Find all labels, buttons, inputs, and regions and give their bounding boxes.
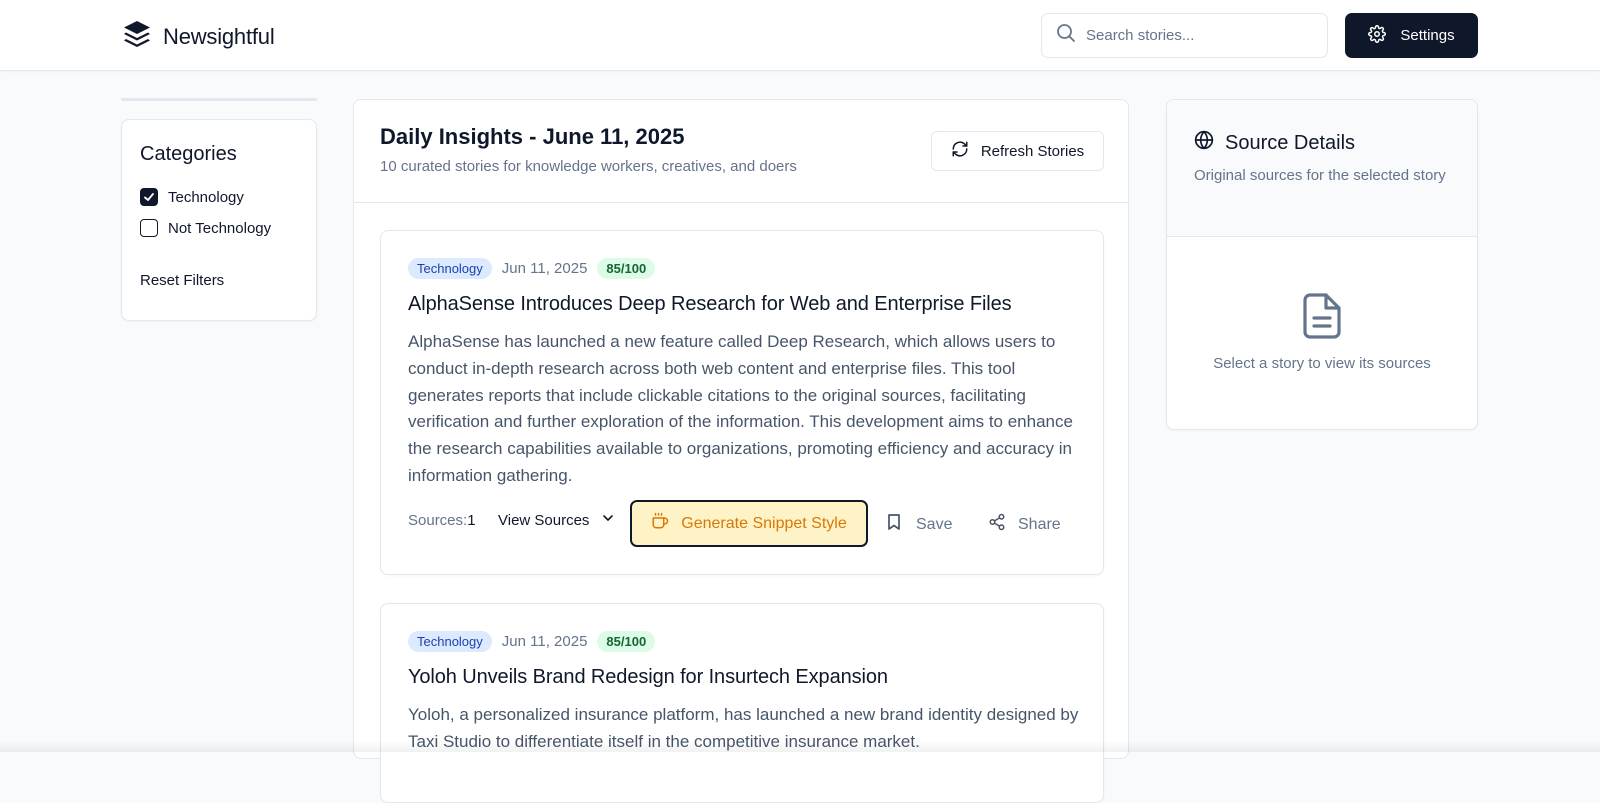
reset-filters-button[interactable]: Reset Filters — [140, 272, 224, 289]
chevron-down-icon — [601, 511, 615, 529]
category-badge: Technology — [408, 258, 492, 279]
story-meta: Technology Jun 11, 2025 85/100 — [408, 258, 656, 279]
refresh-label: Refresh Stories — [980, 142, 1085, 160]
story-actions: Sources:1 View Sources Generate Snippet … — [408, 500, 1088, 548]
settings-label: Settings — [1400, 27, 1455, 44]
source-details-heading: Source Details — [1225, 131, 1356, 154]
gear-icon — [1368, 24, 1387, 47]
sources-count: Sources:1 — [408, 512, 476, 529]
category-label: Not Technology — [168, 219, 272, 237]
brand[interactable]: Newsightful — [122, 19, 275, 54]
layers-logo-icon — [122, 19, 152, 54]
source-details-subtitle: Original sources for the selected story — [1194, 167, 1446, 184]
save-label: Save — [916, 515, 953, 533]
top-header: Newsightful Settings — [0, 0, 1600, 71]
page-title: Daily Insights - June 11, 2025 — [380, 124, 685, 149]
settings-button[interactable]: Settings — [1345, 13, 1478, 58]
coffee-cup-icon — [651, 512, 669, 535]
source-details-title: Source Details — [1194, 130, 1355, 156]
story-card[interactable]: Technology Jun 11, 2025 85/100 AlphaSens… — [380, 230, 1104, 575]
search-input[interactable] — [1086, 27, 1306, 44]
category-label: Technology — [168, 188, 244, 206]
category-technology[interactable]: Technology — [140, 188, 244, 206]
search-icon — [1056, 23, 1076, 48]
share-icon — [988, 513, 1006, 536]
categories-heading: Categories — [140, 143, 237, 165]
share-label: Share — [1018, 515, 1061, 533]
story-meta: Technology Jun 11, 2025 85/100 — [408, 631, 656, 652]
refresh-stories-button[interactable]: Refresh Stories — [931, 131, 1104, 171]
not-technology-checkbox[interactable] — [140, 219, 158, 237]
source-empty-message: Select a story to view its sources — [1213, 355, 1431, 372]
sidebar-divider — [121, 98, 317, 101]
sources-label: Sources: — [408, 512, 468, 529]
document-icon — [1302, 292, 1342, 345]
source-details-panel: Source Details Original sources for the … — [1166, 99, 1478, 430]
save-button[interactable]: Save — [886, 513, 952, 536]
bottom-shadow — [0, 740, 1600, 752]
share-button[interactable]: Share — [988, 513, 1061, 536]
category-badge: Technology — [408, 631, 492, 652]
story-summary: AlphaSense has launched a new feature ca… — [408, 332, 1073, 485]
technology-checkbox[interactable] — [140, 188, 158, 206]
story-date: Jun 11, 2025 — [501, 633, 588, 650]
generate-snippet-button[interactable]: Generate Snippet Style — [630, 500, 868, 547]
page-subtitle: 10 curated stories for knowledge workers… — [380, 158, 797, 175]
globe-icon — [1194, 130, 1214, 156]
score-badge: 85/100 — [597, 258, 656, 279]
generate-snippet-label: Generate Snippet Style — [681, 514, 847, 532]
category-not-technology[interactable]: Not Technology — [140, 219, 271, 237]
source-details-header: Source Details Original sources for the … — [1167, 100, 1477, 237]
view-sources-button[interactable]: View Sources — [498, 511, 615, 529]
app-name: Newsightful — [163, 23, 275, 49]
story-date: Jun 11, 2025 — [501, 260, 588, 277]
story-title[interactable]: AlphaSense Introduces Deep Research for … — [408, 293, 1012, 316]
story-feed: Daily Insights - June 11, 2025 10 curate… — [353, 99, 1129, 803]
refresh-icon — [951, 140, 969, 162]
story-title[interactable]: Yoloh Unveils Brand Redesign for Insurte… — [408, 666, 888, 689]
feed-header: Daily Insights - June 11, 2025 10 curate… — [354, 100, 1128, 203]
check-icon — [144, 193, 154, 201]
category-filters: Categories Technology Not Technology Res… — [121, 119, 317, 321]
search-box[interactable] — [1041, 13, 1328, 58]
sources-number: 1 — [467, 512, 476, 529]
view-sources-label: View Sources — [498, 511, 590, 529]
story-card[interactable]: Technology Jun 11, 2025 85/100 Yoloh Unv… — [380, 603, 1104, 803]
bookmark-icon — [886, 513, 902, 536]
score-badge: 85/100 — [597, 631, 656, 652]
